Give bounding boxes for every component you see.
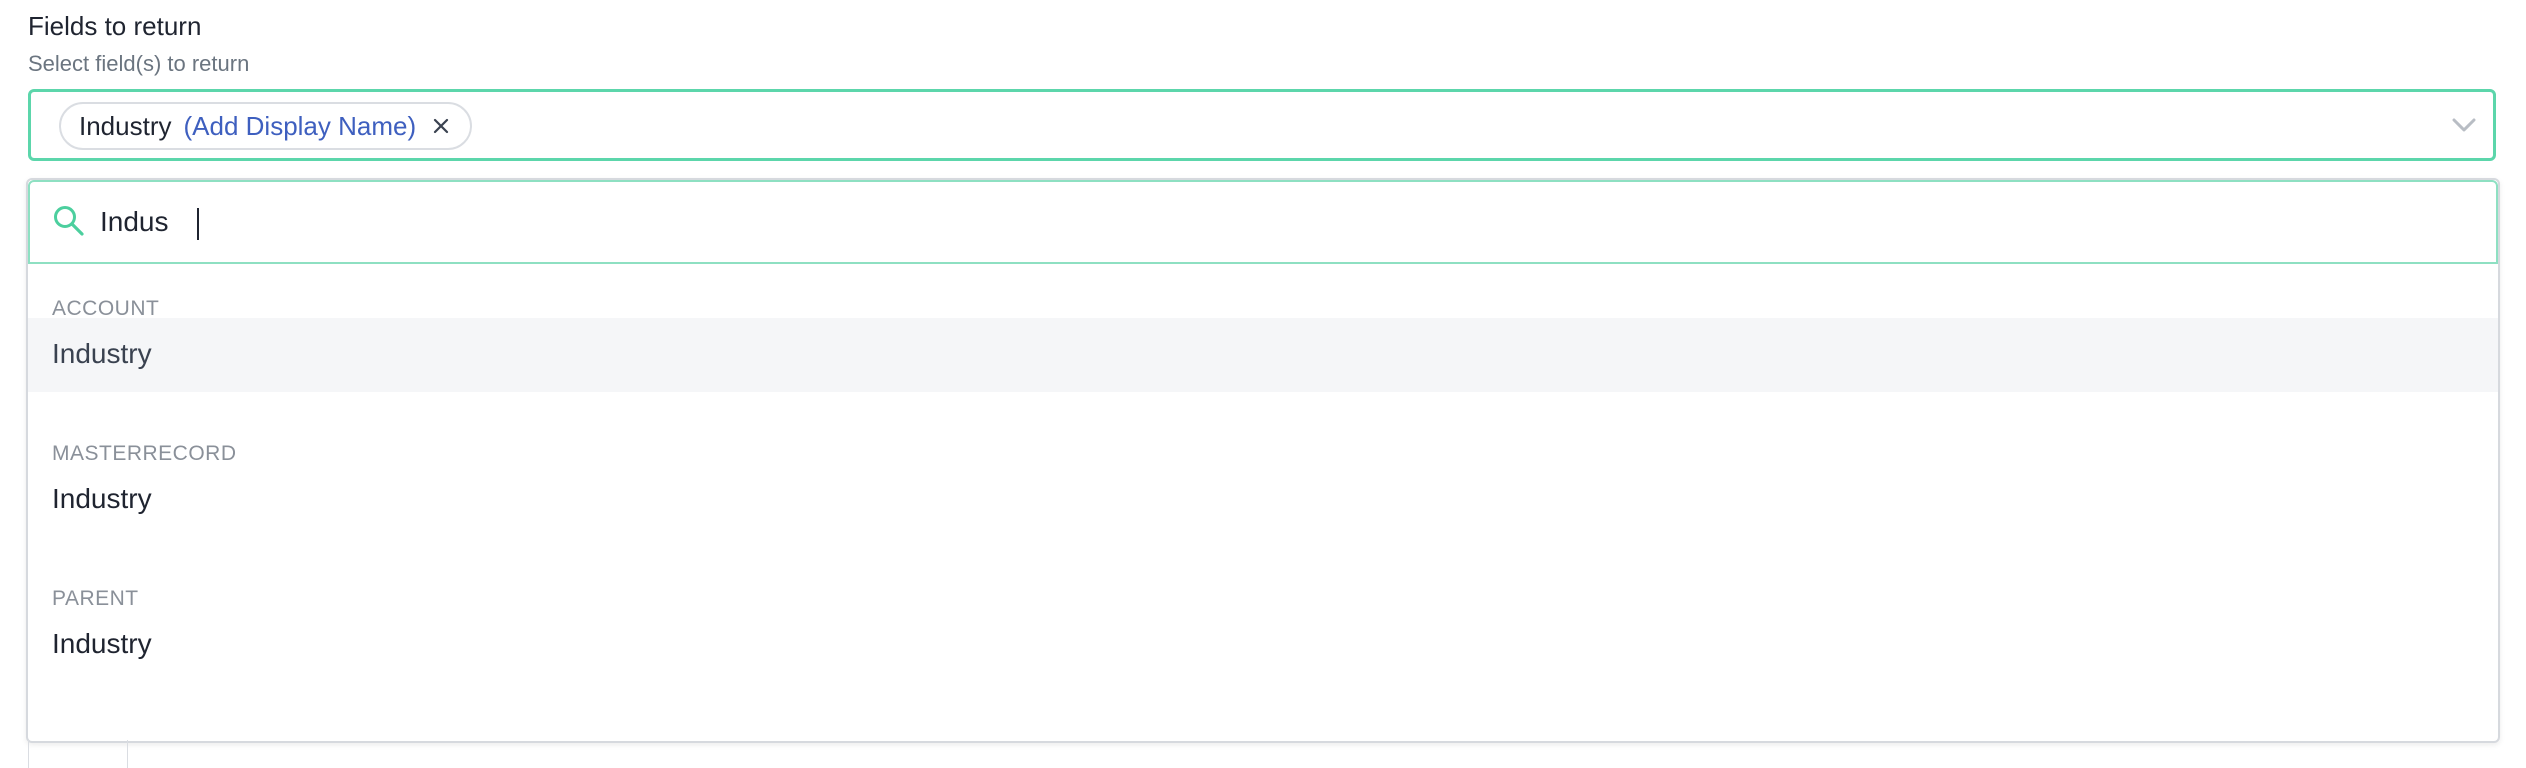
- chip-label: Industry: [79, 110, 172, 141]
- fields-multiselect[interactable]: Industry (Add Display Name): [28, 89, 2496, 161]
- text-caret: [197, 208, 199, 240]
- search-input[interactable]: [100, 200, 900, 244]
- option-account-industry[interactable]: Industry: [28, 318, 2498, 392]
- fields-to-return-panel: Fields to return Select field(s) to retu…: [0, 0, 2526, 768]
- search-icon: [52, 204, 86, 238]
- add-display-name-link[interactable]: (Add Display Name): [184, 111, 417, 142]
- option-masterrecord-industry[interactable]: Industry: [28, 463, 2498, 537]
- search-box: [28, 180, 2498, 264]
- selected-field-chip: Industry (Add Display Name): [59, 102, 473, 150]
- option-parent-industry[interactable]: Industry: [28, 608, 2498, 682]
- option-label: Industry: [52, 628, 152, 659]
- chevron-down-icon[interactable]: [2449, 111, 2479, 139]
- field-title: Fields to return: [28, 11, 202, 41]
- option-label: Industry: [52, 483, 152, 514]
- underlying-panel-edge: [28, 740, 128, 768]
- option-label: Industry: [52, 338, 152, 369]
- close-icon[interactable]: [430, 115, 452, 137]
- field-subtitle: Select field(s) to return: [28, 51, 250, 76]
- field-options-dropdown: ACCOUNT Industry MASTERRECORD Industry P…: [26, 178, 2500, 743]
